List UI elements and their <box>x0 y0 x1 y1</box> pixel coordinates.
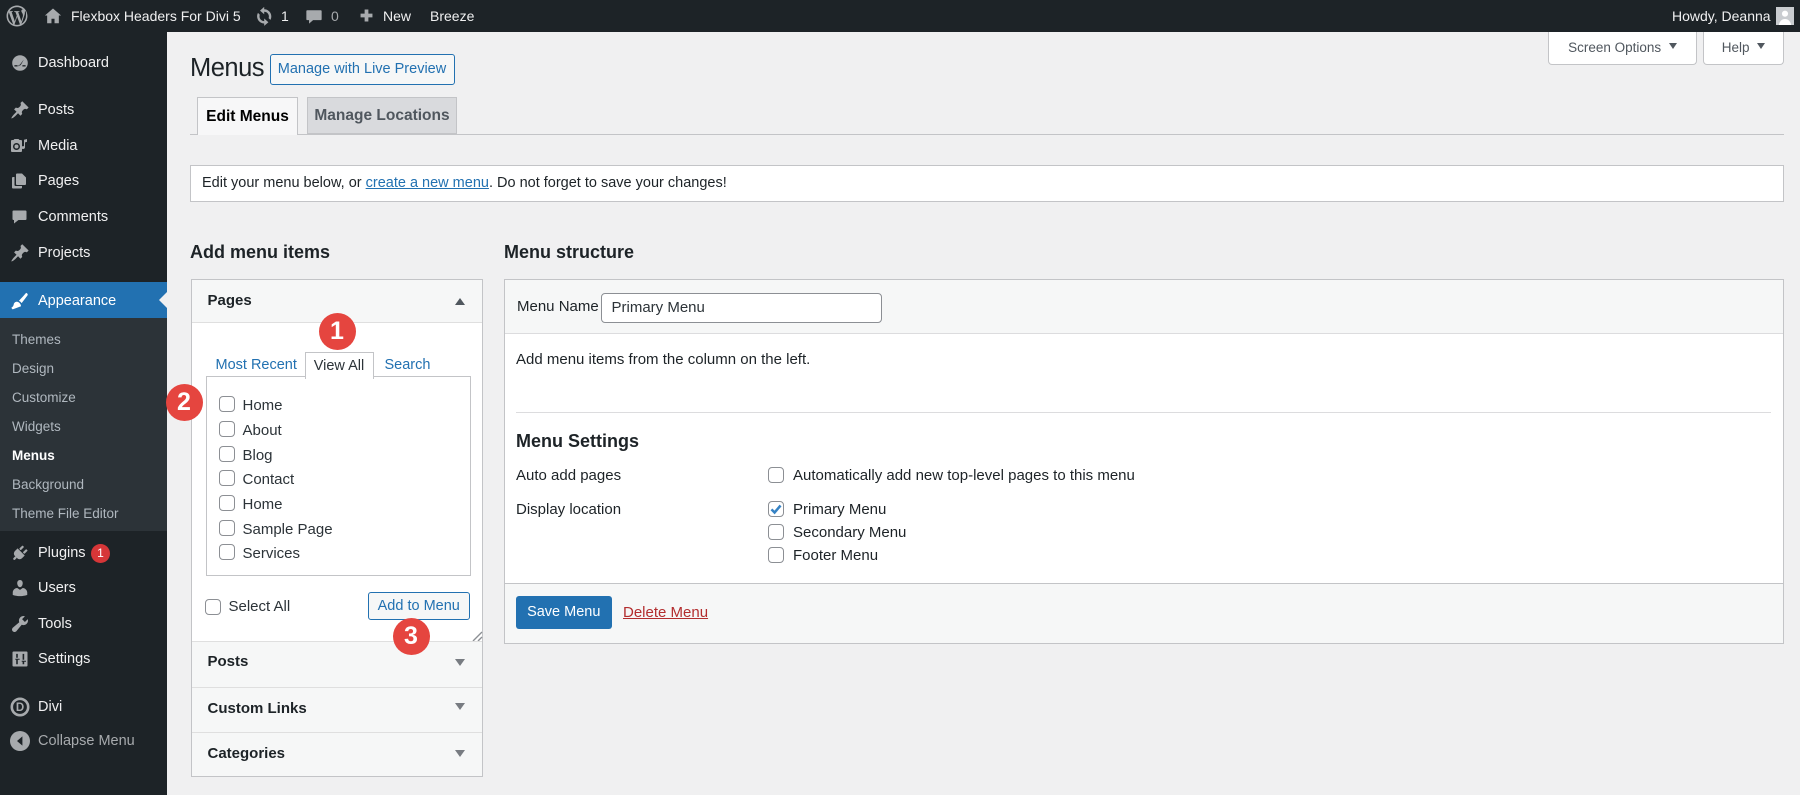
svg-text:D: D <box>16 702 24 714</box>
